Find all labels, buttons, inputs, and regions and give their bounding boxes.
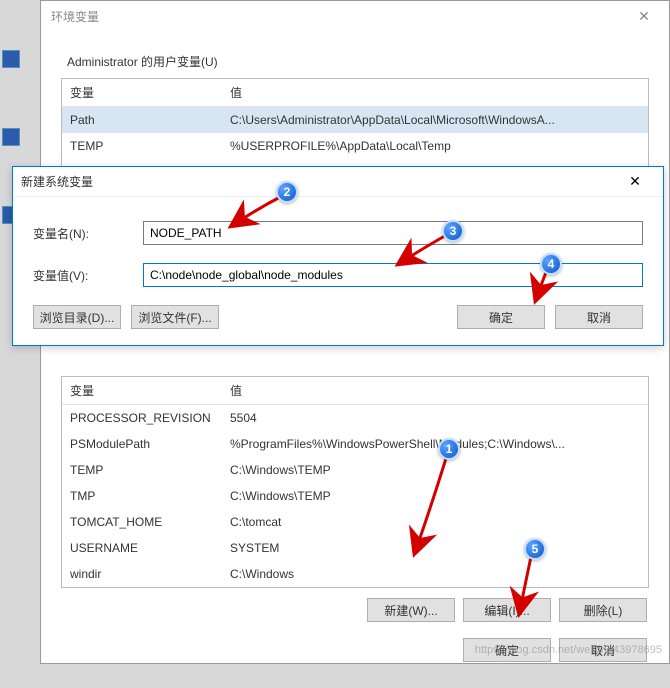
close-icon[interactable]: ✕ (629, 8, 659, 25)
browse-file-button[interactable]: 浏览文件(F)... (131, 305, 219, 329)
new-button[interactable]: 新建(W)... (367, 598, 455, 622)
col-variable[interactable]: 变量 (62, 79, 222, 106)
table-row[interactable]: TEMP%USERPROFILE%\AppData\Local\Temp (62, 133, 648, 159)
dialog-title: 新建系统变量 (21, 173, 615, 190)
variable-name-label: 变量名(N): (33, 225, 143, 242)
dialog-titlebar: 环境变量 ✕ (41, 1, 669, 31)
close-icon[interactable]: ✕ (615, 173, 655, 190)
system-vars-table: 变量 值 PROCESSOR_REVISION5504 PSModulePath… (61, 376, 649, 588)
cancel-button[interactable]: 取消 (555, 305, 643, 329)
table-row[interactable]: TOMCAT_HOMEC:\tomcat (62, 509, 648, 535)
table-header: 变量 值 (62, 79, 648, 107)
annotation-badge-1: 1 (438, 438, 460, 460)
table-row[interactable]: PathC:\Users\Administrator\AppData\Local… (62, 107, 648, 133)
table-header: 变量 值 (62, 377, 648, 405)
annotation-badge-3: 3 (442, 220, 464, 242)
table-row[interactable]: PSModulePath%ProgramFiles%\WindowsPowerS… (62, 431, 648, 457)
table-row[interactable]: USERNAMESYSTEM (62, 535, 648, 561)
col-variable[interactable]: 变量 (62, 377, 222, 404)
variable-name-input[interactable] (143, 221, 643, 245)
variable-value-input[interactable] (143, 263, 643, 287)
variable-value-label: 变量值(V): (33, 267, 143, 284)
annotation-badge-4: 4 (540, 253, 562, 275)
new-system-variable-dialog: 新建系统变量 ✕ 变量名(N): 变量值(V): 浏览目录(D)... 浏览文件… (12, 166, 664, 346)
user-vars-label: Administrator 的用户变量(U) (67, 53, 649, 70)
col-value[interactable]: 值 (222, 79, 648, 106)
ok-button[interactable]: 确定 (457, 305, 545, 329)
table-row[interactable]: windirC:\Windows (62, 561, 648, 587)
table-row[interactable]: TMPC:\Windows\TEMP (62, 483, 648, 509)
desktop-icon[interactable] (2, 50, 20, 68)
annotation-badge-2: 2 (276, 181, 298, 203)
system-vars-buttons: 新建(W)... 编辑(I)... 删除(L) (61, 598, 647, 622)
table-row[interactable]: TEMPC:\Windows\TEMP (62, 457, 648, 483)
annotation-badge-5: 5 (524, 538, 546, 560)
edit-button[interactable]: 编辑(I)... (463, 598, 551, 622)
delete-button[interactable]: 删除(L) (559, 598, 647, 622)
table-row[interactable]: PROCESSOR_REVISION5504 (62, 405, 648, 431)
desktop-icon[interactable] (2, 128, 20, 146)
dialog-title: 环境变量 (51, 8, 629, 25)
col-value[interactable]: 值 (222, 377, 648, 404)
browse-directory-button[interactable]: 浏览目录(D)... (33, 305, 121, 329)
dialog-titlebar: 新建系统变量 ✕ (13, 167, 663, 197)
watermark-text: https://blog.csdn.net/weixin_43978695 (475, 644, 662, 656)
